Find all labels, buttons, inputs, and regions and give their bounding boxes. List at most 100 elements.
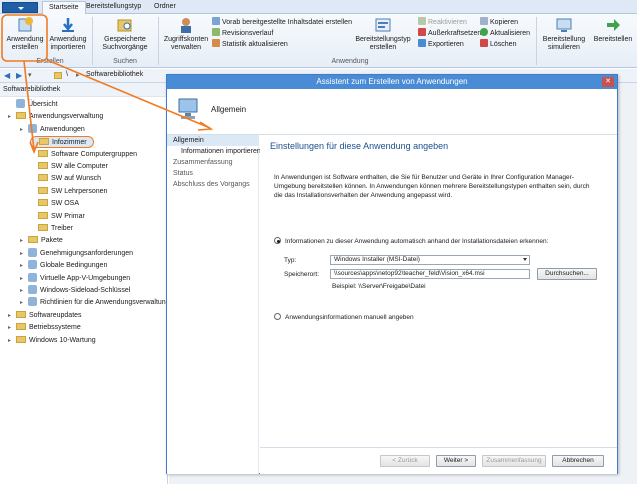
tree-item-label: Anwendungsverwaltung [29,113,104,121]
next-button[interactable]: Weiter > [436,455,476,467]
tree-item[interactable]: ▸ Betriebssysteme [8,322,81,334]
node-icon [28,272,37,282]
wizard-step: Abschluss des Vorgangs [173,181,250,188]
simulate-deployment-button[interactable]: Bereitstellung simulieren [538,16,590,52]
close-icon[interactable]: ✕ [602,77,614,87]
create-prestaged-content-button[interactable]: Vorab bereitgestellte Inhaltsdatei erste… [212,17,352,27]
radio-manual[interactable]: Anwendungsinformationen manuell angeben [274,313,414,321]
folder-icon [39,138,49,146]
radio-auto-detect[interactable]: Informationen zu dieser Anwendung automa… [274,237,548,245]
tree-item-label: Softwareupdates [29,311,82,319]
radio-dot-selected [274,237,281,244]
tree-expand-icon[interactable]: ▸ [8,335,16,347]
tree-item[interactable]: ▸ Softwareupdates [8,310,82,322]
tree-expand-icon[interactable]: ▸ [20,297,28,309]
tree-item[interactable]: SW alle Computer [30,161,108,173]
node-icon [28,297,37,307]
tree-item[interactable]: Übersicht [8,99,58,111]
folder-icon [38,174,48,182]
cancel-button[interactable]: Abbrechen [552,455,604,467]
user-accounts-icon [181,18,191,33]
tree-item-label: Software Computergruppen [51,150,137,158]
navigation-pane: Softwarebibliothek Übersicht ▸ Anwendungsv… [0,83,170,484]
back-arrow-icon[interactable]: ◀ [4,71,10,80]
tree-expand-icon[interactable]: ▸ [8,310,16,322]
tree-item[interactable]: SW Primar [30,211,85,223]
wizard-step: Zusammenfassung [173,159,233,166]
reactivate-button[interactable]: Reaktivieren [418,17,467,27]
copy-icon [480,17,488,25]
forward-arrow-icon[interactable]: ▶ [16,71,22,80]
tree-item[interactable]: ▸ Genehmigungsanforderungen [20,247,133,260]
tree-item[interactable]: SW auf Wunsch [30,173,101,185]
tree-item-label: SW OSA [51,200,80,208]
retire-button[interactable]: Außerkraftsetzen [418,28,481,38]
group-label-suchen: Suchen [113,58,137,65]
summary-button[interactable]: Zusammenfassung [482,455,546,467]
tree-item[interactable]: ▸ Windows-Sideload-Schlüssel [20,285,130,297]
tree-item[interactable]: ▸ Pakete [20,235,63,247]
tree-item[interactable]: SW Lehrpersonen [30,186,107,198]
folder-icon [16,335,26,343]
delete-button[interactable]: Löschen [480,39,516,49]
breadcrumb-root[interactable]: \ [66,71,68,78]
create-application-button[interactable]: Anwendung erstellen [4,16,46,52]
ribbon-separator [158,17,159,65]
retire-icon [418,28,426,36]
navigation-pane-title: Softwarebibliothek [0,83,167,97]
breadcrumb-item[interactable]: Softwarebibliothek [86,71,143,78]
dropdown-chevron-icon[interactable]: ▾ [28,71,32,79]
import-application-button[interactable]: Anwendung importieren [48,16,88,52]
wizard-title: Assistent zum Erstellen von Anwendungen [316,77,468,86]
tree-item[interactable]: ▸ Virtuelle App-V-Umgebungen [20,272,131,285]
tree-item[interactable]: Software Computergruppen [30,149,137,161]
ribbon-separator [92,17,93,65]
tree-expand-icon[interactable]: ▸ [20,248,28,260]
tree-item-label: Virtuelle App-V-Umgebungen [40,274,131,282]
refresh-button[interactable]: Aktualisieren [480,28,530,38]
tree-item-label: SW alle Computer [51,163,108,170]
tree-item[interactable]: Infozimmer [30,136,94,149]
create-deployment-type-button[interactable]: Bereitstellungstyp erstellen [350,16,416,52]
export-button[interactable]: Exportieren [418,39,464,49]
tree-item[interactable]: ▸ Anwendungsverwaltung [8,111,103,123]
saved-searches-button[interactable]: Gespeicherte Suchvorgänge [96,16,154,52]
folder-icon [38,224,48,231]
revision-history-button[interactable]: Revisionsverlauf [212,28,273,38]
tree-expand-icon[interactable]: ▸ [8,322,16,334]
computer-icon [178,98,198,119]
manage-access-accounts-button[interactable]: Zugriffskonten verwalten [160,16,212,52]
folder-icon [16,323,26,331]
tree-item[interactable]: SW OSA [30,198,79,210]
tree-item[interactable]: ▸ Windows 10-Wartung [8,335,96,347]
folder-icon [38,199,48,207]
tree-item[interactable]: ▸ Richtlinien für die Anwendungsverwaltun… [20,297,170,309]
browse-button[interactable]: Durchsuchen... [537,268,597,280]
tree-item[interactable]: ▸ Anwendungen [20,123,85,136]
application-menu-button[interactable] [2,2,38,13]
deploy-button[interactable]: Bereitstellen [592,16,634,44]
tree-item[interactable]: Treiber [30,223,73,235]
saved-search-icon [117,19,132,32]
wizard-footer: < Zurück Weiter > Zusammenfassung Abbrec… [260,447,617,474]
copy-button[interactable]: Kopieren [480,17,518,27]
tree-expand-icon[interactable]: ▸ [20,273,28,285]
tree-item[interactable]: ▸ Globale Bedingungen [20,260,107,272]
node-icon [28,260,37,270]
wizard-header: Allgemein [167,89,617,135]
tree-expand-icon[interactable]: ▸ [20,285,28,297]
type-select[interactable]: Windows Installer (MSI-Datei) [330,255,530,265]
tree-expand-icon[interactable]: ▸ [8,111,16,123]
tree-expand-icon[interactable]: ▸ [20,124,28,136]
chevron-down-icon [523,258,527,261]
tab-bereitstellungstyp[interactable]: Bereitstellungstyp [80,1,147,14]
tree-expand-icon[interactable]: ▸ [20,235,28,247]
tree-expand-icon[interactable]: ▸ [20,260,28,272]
tree-item-label: Windows 10-Wartung [29,336,96,344]
content-description: In Anwendungen ist Software enthalten, d… [274,174,590,199]
delete-icon [480,39,488,47]
location-input[interactable]: \\sources\apps\netop92\teacher_feld\Visi… [330,269,530,279]
update-statistics-button[interactable]: Statistik aktualisieren [212,39,288,49]
back-button[interactable]: < Zurück [380,455,430,467]
tab-ordner[interactable]: Ordner [148,1,182,14]
